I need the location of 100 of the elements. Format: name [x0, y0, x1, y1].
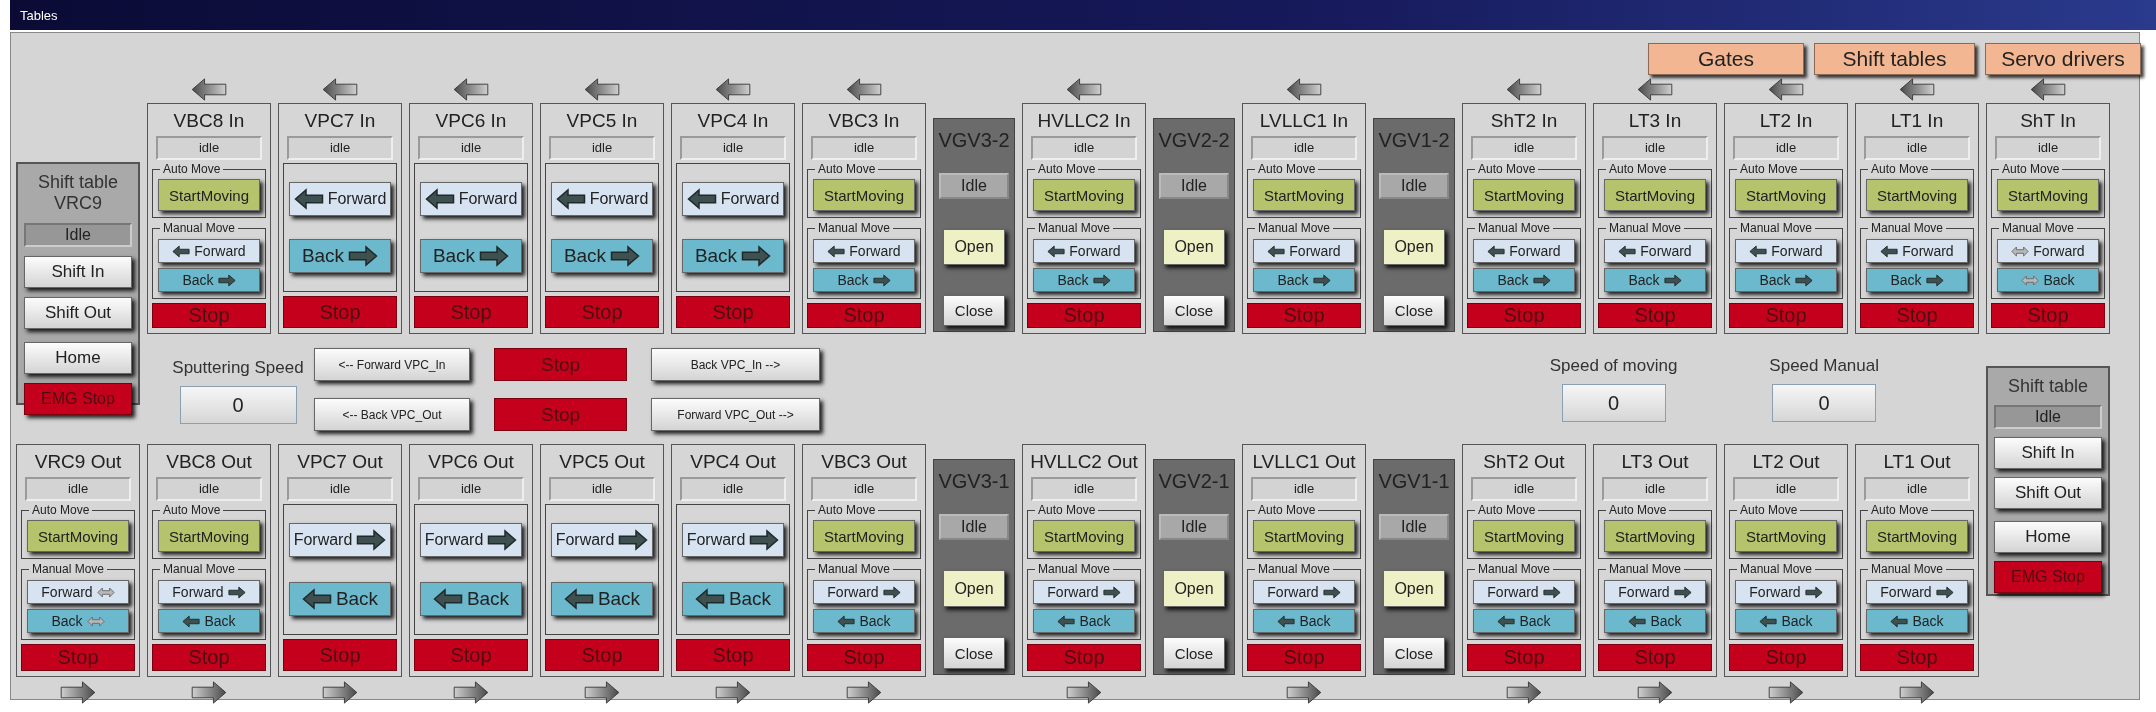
forward-button[interactable]: Forward — [420, 181, 522, 216]
back-button[interactable]: Back — [1604, 268, 1706, 292]
forward-button[interactable]: Forward — [158, 580, 260, 604]
forward-button[interactable]: Forward — [1735, 239, 1837, 263]
forward-button[interactable]: Forward — [1735, 580, 1837, 604]
back-button[interactable]: Back — [1866, 609, 1968, 633]
forward-button[interactable]: Forward — [813, 580, 915, 604]
command-button[interactable]: Shift In — [1994, 437, 2102, 469]
open-button[interactable]: Open — [943, 570, 1005, 608]
start-moving-button[interactable]: StartMoving — [1473, 179, 1575, 211]
back-button[interactable]: Back — [682, 581, 784, 616]
speed-field[interactable]: 0 — [1772, 384, 1877, 422]
close-button[interactable]: Close — [943, 637, 1005, 669]
start-moving-button[interactable]: StartMoving — [158, 179, 260, 211]
forward-button[interactable]: Forward — [551, 523, 653, 558]
start-moving-button[interactable]: StartMoving — [1866, 520, 1968, 552]
start-moving-button[interactable]: StartMoving — [1253, 520, 1355, 552]
start-moving-button[interactable]: StartMoving — [1866, 179, 1968, 211]
back-button[interactable]: Back — [551, 239, 653, 274]
back-button[interactable]: Back — [1997, 268, 2099, 292]
command-button[interactable]: Shift Out — [24, 297, 132, 329]
open-button[interactable]: Open — [1383, 570, 1445, 608]
nav-button[interactable]: Gates — [1648, 43, 1804, 75]
group-label: Auto Move — [1608, 163, 1668, 175]
forward-button[interactable]: Forward — [682, 523, 784, 558]
command-button[interactable]: Home — [1994, 521, 2102, 553]
forward-button[interactable]: Forward — [1473, 239, 1575, 263]
speed-field[interactable]: 0 — [179, 386, 297, 424]
command-button[interactable]: <-- Back VPC_Out — [314, 398, 470, 431]
forward-button[interactable]: Forward — [813, 239, 915, 263]
open-button[interactable]: Open — [1163, 570, 1225, 608]
start-moving-button[interactable]: StartMoving — [1735, 520, 1837, 552]
forward-button[interactable]: Forward — [682, 181, 784, 216]
command-button[interactable]: Home — [24, 342, 132, 374]
forward-button[interactable]: Forward — [27, 580, 129, 604]
close-button[interactable]: Close — [1163, 637, 1225, 669]
start-moving-button[interactable]: StartMoving — [1604, 520, 1706, 552]
start-moving-button[interactable]: StartMoving — [1604, 179, 1706, 211]
back-button[interactable]: Back — [158, 609, 260, 633]
start-moving-button[interactable]: StartMoving — [1735, 179, 1837, 211]
back-button[interactable]: Back — [420, 581, 522, 616]
back-button[interactable]: Back — [289, 239, 391, 274]
start-moving-button[interactable]: StartMoving — [27, 520, 129, 552]
forward-button[interactable]: Forward — [1253, 239, 1355, 263]
forward-button[interactable]: Forward — [1604, 580, 1706, 604]
forward-button[interactable]: Forward — [1866, 580, 1968, 604]
forward-button[interactable]: Forward — [420, 523, 522, 558]
back-button[interactable]: Back — [813, 609, 915, 633]
back-button[interactable]: Back — [420, 239, 522, 274]
open-button[interactable]: Open — [1163, 229, 1225, 266]
back-button[interactable]: Back — [1033, 268, 1135, 292]
forward-button[interactable]: Forward — [158, 239, 260, 263]
start-moving-button[interactable]: StartMoving — [158, 520, 260, 552]
open-button[interactable]: Open — [1383, 229, 1445, 266]
nav-button[interactable]: Shift tables — [1814, 43, 1975, 75]
forward-button[interactable]: Forward — [289, 181, 391, 216]
back-button[interactable]: Back — [682, 239, 784, 274]
speed-field[interactable]: 0 — [1561, 384, 1666, 422]
close-button[interactable]: Close — [1383, 295, 1445, 326]
command-button[interactable]: <-- Forward VPC_In — [314, 348, 470, 381]
back-button[interactable]: Back — [1604, 609, 1706, 633]
forward-button[interactable]: Forward — [1604, 239, 1706, 263]
nav-button[interactable]: Servo drivers — [1985, 43, 2141, 75]
forward-button[interactable]: Forward — [1997, 239, 2099, 263]
close-button[interactable]: Close — [1163, 295, 1225, 326]
start-moving-button[interactable]: StartMoving — [1473, 520, 1575, 552]
back-button[interactable]: Back — [1735, 268, 1837, 292]
back-button[interactable]: Back — [158, 268, 260, 292]
back-button[interactable]: Back — [1866, 268, 1968, 292]
back-button[interactable]: Back — [1473, 609, 1575, 633]
start-moving-button[interactable]: StartMoving — [813, 179, 915, 211]
command-button[interactable]: Shift In — [24, 256, 132, 288]
start-moving-button[interactable]: StartMoving — [813, 520, 915, 552]
back-button[interactable]: Back — [27, 609, 129, 633]
forward-button[interactable]: Forward — [1866, 239, 1968, 263]
command-button[interactable]: Shift Out — [1994, 477, 2102, 509]
forward-button[interactable]: Forward — [1033, 580, 1135, 604]
back-button[interactable]: Back — [813, 268, 915, 292]
forward-button[interactable]: Forward — [1033, 239, 1135, 263]
back-button[interactable]: Back — [1033, 609, 1135, 633]
command-button[interactable]: Forward VPC_Out --> — [651, 398, 820, 431]
open-button[interactable]: Open — [943, 229, 1005, 266]
start-moving-button[interactable]: StartMoving — [1033, 179, 1135, 211]
forward-button[interactable]: Forward — [289, 523, 391, 558]
back-button[interactable]: Back — [1735, 609, 1837, 633]
close-button[interactable]: Close — [943, 295, 1005, 326]
command-button[interactable]: Back VPC_In --> — [651, 348, 820, 381]
forward-button[interactable]: Forward — [1253, 580, 1355, 604]
back-button[interactable]: Back — [1473, 268, 1575, 292]
card-title: ShT2 In — [1489, 109, 1559, 133]
back-button[interactable]: Back — [1253, 268, 1355, 292]
back-button[interactable]: Back — [289, 581, 391, 616]
back-button[interactable]: Back — [551, 581, 653, 616]
close-button[interactable]: Close — [1383, 637, 1445, 669]
back-button[interactable]: Back — [1253, 609, 1355, 633]
start-moving-button[interactable]: StartMoving — [1033, 520, 1135, 552]
start-moving-button[interactable]: StartMoving — [1997, 179, 2099, 211]
forward-button[interactable]: Forward — [551, 181, 653, 216]
start-moving-button[interactable]: StartMoving — [1253, 179, 1355, 211]
forward-button[interactable]: Forward — [1473, 580, 1575, 604]
